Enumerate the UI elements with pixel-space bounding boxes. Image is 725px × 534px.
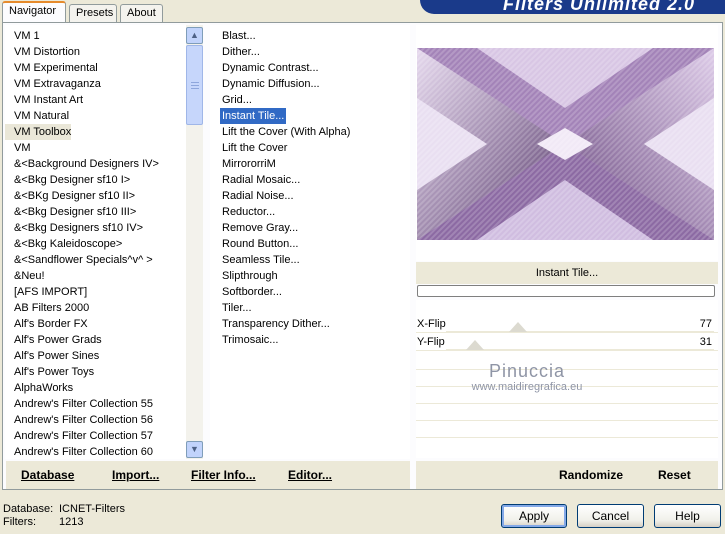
filter-item[interactable]: Slipthrough — [220, 268, 280, 284]
filter-item[interactable]: Instant Tile... — [220, 108, 287, 124]
filter-item[interactable]: Transparency Dither... — [220, 316, 332, 332]
filter-item[interactable]: Reductor... — [220, 204, 277, 220]
tab-presets[interactable]: Presets — [69, 4, 117, 22]
param-divider — [416, 403, 718, 404]
slider-track[interactable] — [446, 331, 714, 332]
grip-line — [191, 85, 199, 86]
param-divider — [416, 386, 718, 387]
slider-thumb[interactable] — [509, 322, 528, 332]
category-item[interactable]: &Neu! — [5, 268, 45, 284]
apply-button[interactable]: Apply — [501, 504, 567, 528]
import-button[interactable]: Import... — [112, 468, 159, 482]
editor-button[interactable]: Editor... — [288, 468, 332, 482]
category-item[interactable]: Alf's Power Sines — [5, 348, 99, 364]
filter-item[interactable]: Remove Gray... — [220, 220, 300, 236]
filter-item[interactable]: Tiler... — [220, 300, 254, 316]
category-item[interactable]: VM Toolbox — [5, 124, 72, 140]
category-item[interactable]: &<Bkg Designers sf10 IV> — [5, 220, 143, 236]
status-info: Database: ICNET-Filters Filters: 1213 — [3, 503, 125, 529]
tab-about[interactable]: About — [120, 4, 163, 22]
category-item[interactable]: VM Instant Art — [5, 92, 83, 108]
filter-item[interactable]: Radial Mosaic... — [220, 172, 302, 188]
database-label: Database: — [3, 503, 54, 515]
filter-item[interactable]: Dynamic Contrast... — [220, 60, 321, 76]
param-label: Y-Flip — [417, 336, 445, 348]
progress-bar — [417, 285, 715, 297]
filter-item[interactable]: Lift the Cover — [220, 140, 289, 156]
param-value: 77 — [699, 318, 712, 330]
filter-item[interactable]: Round Button... — [220, 236, 300, 252]
app-banner: Filters Unlimited 2.0 — [420, 0, 725, 14]
grip-line — [191, 88, 199, 89]
preview-image — [417, 48, 714, 240]
reset-button[interactable]: Reset — [658, 468, 691, 482]
category-item[interactable]: Andrew's Filter Collection 56 — [5, 412, 153, 428]
param-label: X-Flip — [417, 318, 446, 330]
database-button[interactable]: Database — [21, 468, 74, 482]
category-scrollbar[interactable]: ▲ ▼ — [186, 25, 203, 459]
category-item[interactable]: VM Extravaganza — [5, 76, 101, 92]
category-item[interactable]: AB Filters 2000 — [5, 300, 89, 316]
scroll-thumb[interactable] — [186, 45, 203, 125]
category-item[interactable]: &<Bkg Designer sf10 III> — [5, 204, 136, 220]
current-filter-name: Instant Tile... — [416, 262, 718, 284]
category-item[interactable]: VM 1 — [5, 28, 40, 44]
filter-item[interactable]: Dither... — [220, 44, 262, 60]
preview-toolbar: Randomize Reset — [416, 461, 718, 489]
category-item[interactable]: AlphaWorks — [5, 380, 73, 396]
slider-track[interactable] — [446, 349, 714, 350]
category-item[interactable]: VM Distortion — [5, 44, 80, 60]
database-value: ICNET-Filters — [59, 503, 125, 515]
filters-label: Filters: — [3, 516, 36, 528]
category-list[interactable]: VM 1 VM Distortion VM Experimental VM Extra… — [5, 25, 203, 459]
filter-item[interactable]: Seamless Tile... — [220, 252, 302, 268]
filters-count: 1213 — [59, 516, 84, 528]
filter-item[interactable]: Blast... — [220, 28, 258, 44]
filter-item[interactable]: Lift the Cover (With Alpha) — [220, 124, 352, 140]
scroll-up-button[interactable]: ▲ — [186, 27, 203, 44]
category-item[interactable]: Andrew's Filter Collection 57 — [5, 428, 153, 444]
cancel-button[interactable]: Cancel — [577, 504, 644, 528]
category-item[interactable]: VM Experimental — [5, 60, 98, 76]
category-item[interactable]: &<Sandflower Specials^v^ > — [5, 252, 153, 268]
filter-item[interactable]: Softborder... — [220, 284, 284, 300]
param-y-flip[interactable]: Y-Flip 31 — [416, 334, 718, 351]
category-item[interactable]: Andrew's Filter Collection 60 — [5, 444, 153, 459]
scroll-down-button[interactable]: ▼ — [186, 441, 203, 458]
filter-item[interactable]: MirrororriM — [220, 156, 278, 172]
filter-item[interactable]: Radial Noise... — [220, 188, 296, 204]
filter-info-button[interactable]: Filter Info... — [191, 468, 256, 482]
category-item[interactable]: VM — [5, 140, 31, 156]
app-title: Filters Unlimited 2.0 — [502, 0, 695, 14]
category-item[interactable]: Alf's Border FX — [5, 316, 88, 332]
param-value: 31 — [699, 336, 712, 348]
category-item[interactable]: &<Background Designers IV> — [5, 156, 159, 172]
param-x-flip[interactable]: X-Flip 77 — [416, 316, 718, 333]
filter-item[interactable]: Dynamic Diffusion... — [220, 76, 322, 92]
grip-line — [191, 82, 199, 83]
param-divider — [416, 437, 718, 438]
category-item[interactable]: [AFS IMPORT] — [5, 284, 87, 300]
filter-item[interactable]: Trimosaic... — [220, 332, 280, 348]
filter-list[interactable]: Blast... Dither... Dynamic Contrast... Dyna… — [210, 25, 410, 459]
tab-strip: Navigator Presets About — [0, 0, 420, 22]
category-item[interactable]: VM Natural — [5, 108, 69, 124]
filter-item[interactable]: Grid... — [220, 92, 254, 108]
list-toolbar: Database Import... Filter Info... Editor… — [6, 461, 410, 489]
help-button[interactable]: Help — [654, 504, 721, 528]
param-divider — [416, 369, 718, 370]
category-item[interactable]: Alf's Power Grads — [5, 332, 102, 348]
tab-navigator[interactable]: Navigator — [2, 1, 66, 22]
slider-thumb[interactable] — [466, 340, 485, 350]
category-item[interactable]: &<BKg Designer sf10 II> — [5, 188, 135, 204]
category-item[interactable]: &<Bkg Kaleidoscope> — [5, 236, 122, 252]
category-item[interactable]: Andrew's Filter Collection 55 — [5, 396, 153, 412]
category-item[interactable]: &<Bkg Designer sf10 I> — [5, 172, 130, 188]
param-divider — [416, 420, 718, 421]
category-item[interactable]: Alf's Power Toys — [5, 364, 94, 380]
randomize-button[interactable]: Randomize — [559, 468, 623, 482]
